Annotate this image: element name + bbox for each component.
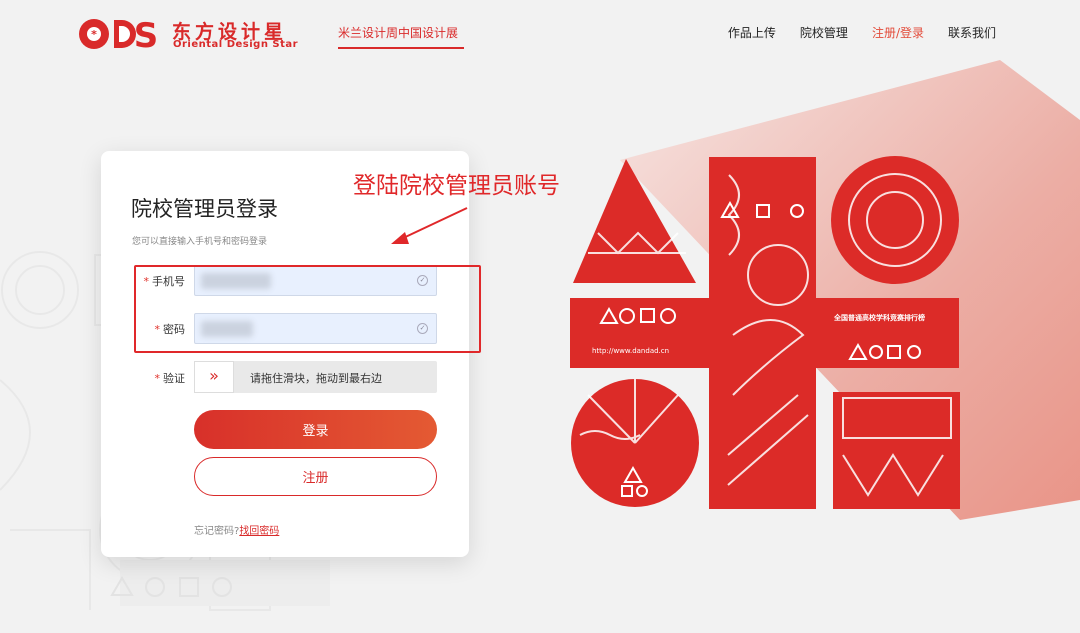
nav-item-upload[interactable]: 作品上传 xyxy=(728,24,776,41)
ods-logo-icon: * S xyxy=(79,16,159,56)
register-button[interactable]: 注册 xyxy=(194,457,437,496)
slider-captcha[interactable]: » 请拖住滑块，拖动到最右边 xyxy=(194,361,437,393)
recover-password-link[interactable]: 找回密码 xyxy=(239,526,279,537)
svg-text:*: * xyxy=(91,28,97,41)
forgot-password-text: 忘记密码? xyxy=(194,526,240,537)
annotation-text: 登陆院校管理员账号 xyxy=(353,173,560,199)
verify-label-text: 验证 xyxy=(163,372,185,385)
login-subtitle: 您可以直接输入手机号和密码登录 xyxy=(132,237,268,247)
poster-url-text: http://www.dandad.cn xyxy=(592,347,670,355)
poster-ranking-text: 全国普通高校学科竞赛排行榜 xyxy=(834,314,925,322)
nav-item-contact[interactable]: 联系我们 xyxy=(948,24,996,41)
nav-item-register-login[interactable]: 注册/登录 xyxy=(872,24,924,41)
nav-menu: 作品上传 院校管理 注册/登录 联系我们 xyxy=(728,24,996,41)
nav-milan-design-week[interactable]: 米兰设计周中国设计展 xyxy=(338,24,458,41)
required-mark: * xyxy=(154,372,161,385)
nav-item-school-admin[interactable]: 院校管理 xyxy=(800,24,848,41)
top-nav-bar: * S 东方设计星 Oriental Design Star 米兰设计周中国设计… xyxy=(0,0,1080,64)
annotation-highlight-box xyxy=(134,265,481,353)
slider-hint: 请拖住滑块，拖动到最右边 xyxy=(250,372,382,385)
ods-logo[interactable]: * S 东方设计星 Oriental Design Star xyxy=(76,14,306,56)
nav-feature-underline xyxy=(338,47,464,49)
double-chevron-right-icon: » xyxy=(209,366,219,385)
ods-2022-poster xyxy=(570,156,960,509)
slider-handle[interactable]: » xyxy=(194,361,234,393)
login-button[interactable]: 登录 xyxy=(194,410,437,449)
annotation-arrow-icon xyxy=(391,207,468,244)
svg-text:S: S xyxy=(134,16,159,54)
login-title: 院校管理员登录 xyxy=(131,197,278,221)
forgot-password: 忘记密码?找回密码 xyxy=(194,522,279,537)
verify-label: * 验证 xyxy=(125,370,186,386)
logo-english-name: Oriental Design Star xyxy=(173,39,299,50)
